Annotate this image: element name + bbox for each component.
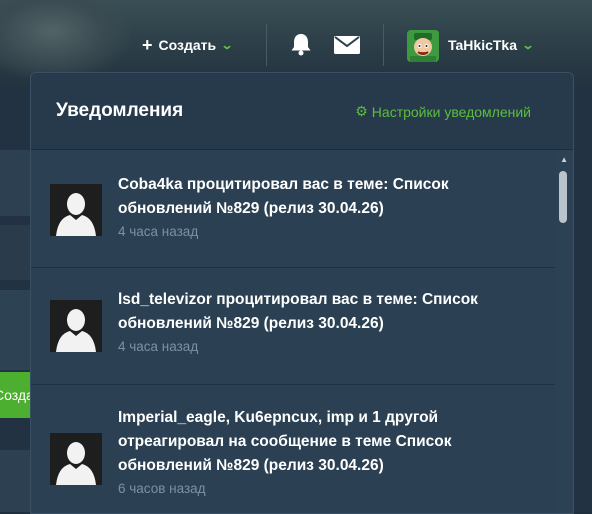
create-button[interactable]: + Создать ⌄ (142, 34, 234, 56)
chevron-down-icon: ⌄ (220, 38, 234, 52)
notification-text[interactable]: Coba4ka процитировал вас в теме: Список … (118, 176, 449, 217)
default-avatar-icon[interactable] (50, 300, 102, 352)
mail-icon[interactable] (334, 36, 360, 54)
notifications-list: Coba4ka процитировал вас в теме: Список … (31, 150, 555, 513)
nav-divider (383, 24, 384, 66)
username-label: TaHkicTka (448, 37, 517, 53)
background-create-button[interactable]: Создать (0, 372, 34, 418)
scrollbar-thumb[interactable] (559, 171, 567, 223)
plus-icon: + (142, 35, 153, 55)
notification-item[interactable]: Coba4ka процитировал вас в теме: Список … (31, 150, 555, 268)
create-button-label: Создать (158, 37, 217, 53)
notifications-header: Уведомления ⚙ Настройки уведомлений (31, 73, 573, 150)
notifications-dropdown: Уведомления ⚙ Настройки уведомлений Coba… (30, 72, 574, 514)
page-right-background (572, 90, 592, 512)
default-avatar-icon[interactable] (50, 184, 102, 236)
user-menu[interactable]: TaHkicTka ⌄ (448, 37, 535, 53)
chevron-down-icon: ⌄ (521, 38, 535, 52)
notification-text[interactable]: lsd_televizor процитировал вас в теме: С… (118, 291, 478, 332)
notification-time: 4 часа назад (118, 339, 199, 354)
notification-item[interactable]: Imperial_eagle, Ku6epncux, imp и 1 друго… (31, 385, 555, 513)
user-avatar[interactable] (407, 30, 439, 62)
top-navigation-bar: + Создать ⌄ TaHkicTka ⌄ (0, 0, 592, 70)
notification-text[interactable]: Imperial_eagle, Ku6epncux, imp и 1 друго… (118, 409, 452, 474)
notification-item[interactable]: lsd_televizor процитировал вас в теме: С… (31, 268, 555, 385)
scroll-up-arrow-icon[interactable]: ▲ (560, 155, 568, 164)
notification-settings-link[interactable]: ⚙ Настройки уведомлений (355, 103, 531, 120)
notification-time: 6 часов назад (118, 481, 206, 496)
notifications-title: Уведомления (56, 100, 184, 121)
nav-divider (266, 24, 267, 66)
gear-icon: ⚙ (355, 103, 368, 119)
bell-icon[interactable] (290, 32, 312, 56)
default-avatar-icon[interactable] (50, 433, 102, 485)
notification-time: 4 часа назад (118, 224, 199, 239)
notification-settings-label: Настройки уведомлений (371, 103, 531, 120)
